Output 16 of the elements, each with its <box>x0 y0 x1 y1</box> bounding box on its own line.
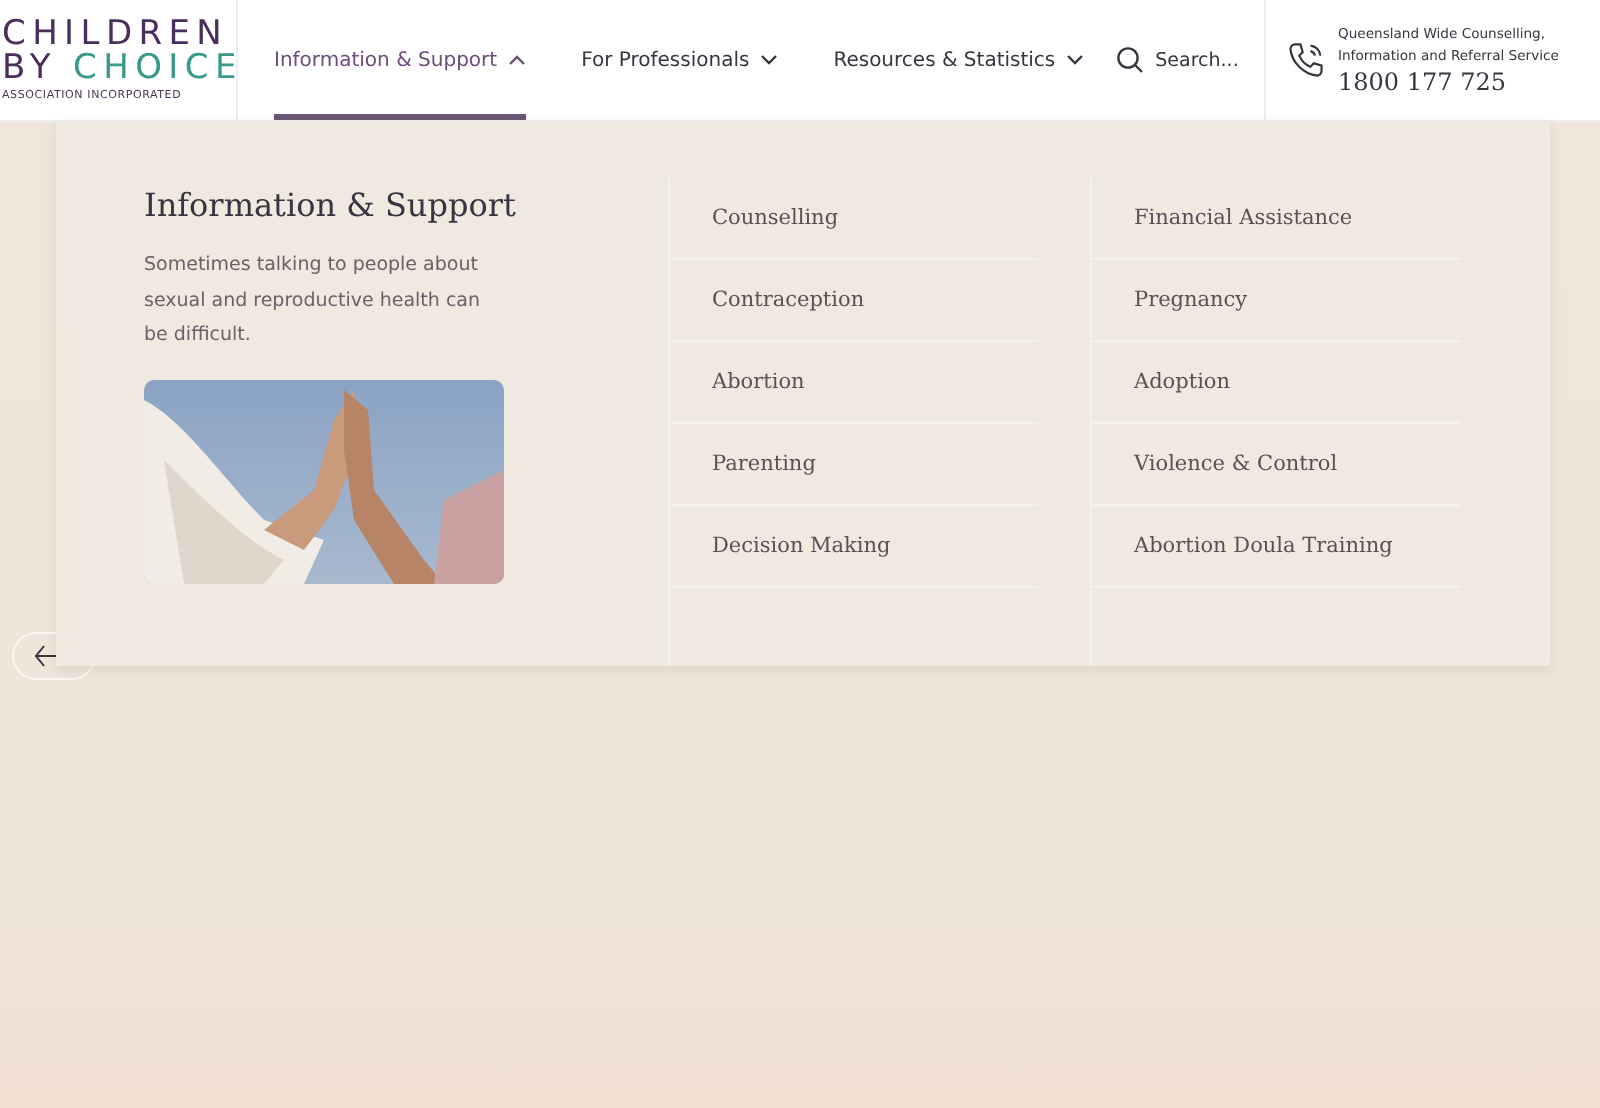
menu-description: Sometimes talking to people about sexual and reproductive health can be difficult. <box>144 252 483 350</box>
menu-link[interactable]: Abortion Doula Training <box>1092 506 1460 588</box>
phone-number[interactable]: 1800 177 725 <box>1338 68 1598 96</box>
menu-link[interactable]: Decision Making <box>670 506 1038 588</box>
menu-link[interactable]: Financial Assistance <box>1092 178 1460 260</box>
menu-link[interactable]: Contraception <box>670 260 1038 342</box>
menu-link[interactable]: Violence & Control <box>1092 424 1460 506</box>
menu-link[interactable]: Abortion <box>670 342 1038 424</box>
menu-link[interactable]: Counselling <box>670 178 1038 260</box>
nav-tab[interactable]: For Professionals <box>581 0 778 120</box>
search-field[interactable]: Search... <box>1155 49 1256 71</box>
menu-link[interactable]: Adoption <box>1092 342 1460 424</box>
nav-tab[interactable]: Resources & Statistics <box>833 0 1084 120</box>
menu-link[interactable]: Parenting <box>670 424 1038 506</box>
menu-title: Information & Support <box>144 186 518 224</box>
menu-link[interactable]: Pregnancy <box>1092 260 1460 342</box>
